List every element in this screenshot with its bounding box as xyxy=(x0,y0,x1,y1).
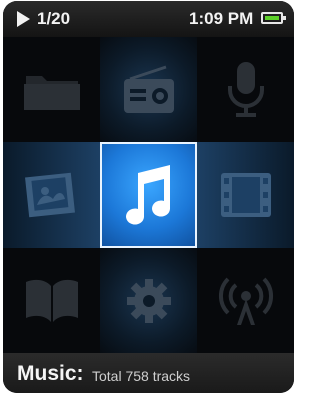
gear-icon xyxy=(126,278,171,323)
folder-icon xyxy=(23,75,80,110)
menu-tile-broadcast[interactable] xyxy=(197,248,294,353)
track-counter: 1/20 xyxy=(37,9,71,28)
menu-tile-recording[interactable] xyxy=(197,37,294,142)
picture-icon xyxy=(24,172,75,218)
status-bar: 1/20 1:09 PM xyxy=(3,1,294,37)
clock: 1:09 PM xyxy=(189,9,254,28)
battery-icon xyxy=(261,12,286,24)
menu-tile-music[interactable] xyxy=(100,142,197,248)
track-total: Total 758 tracks xyxy=(92,368,191,384)
play-icon xyxy=(17,11,30,27)
menu-tile-folder[interactable] xyxy=(3,37,100,142)
radio-icon xyxy=(123,65,174,113)
menu-label: Music: xyxy=(17,362,84,385)
info-bar: Music: Total 758 tracks xyxy=(3,353,294,393)
menu-tile-pictures[interactable] xyxy=(3,142,100,248)
microphone-icon xyxy=(227,61,264,117)
menu-tile-audiobooks[interactable] xyxy=(3,248,100,353)
menu-tile-video[interactable] xyxy=(197,142,294,248)
menu-tile-radio[interactable] xyxy=(100,37,197,142)
main-menu-grid xyxy=(3,37,294,353)
antenna-icon xyxy=(218,277,273,325)
book-icon xyxy=(25,279,78,322)
film-icon xyxy=(220,173,271,217)
media-player-screen: 1/20 1:09 PM Music: Total 758 tracks xyxy=(3,1,294,393)
menu-tile-settings[interactable] xyxy=(100,248,197,353)
music-note-icon xyxy=(125,165,170,225)
